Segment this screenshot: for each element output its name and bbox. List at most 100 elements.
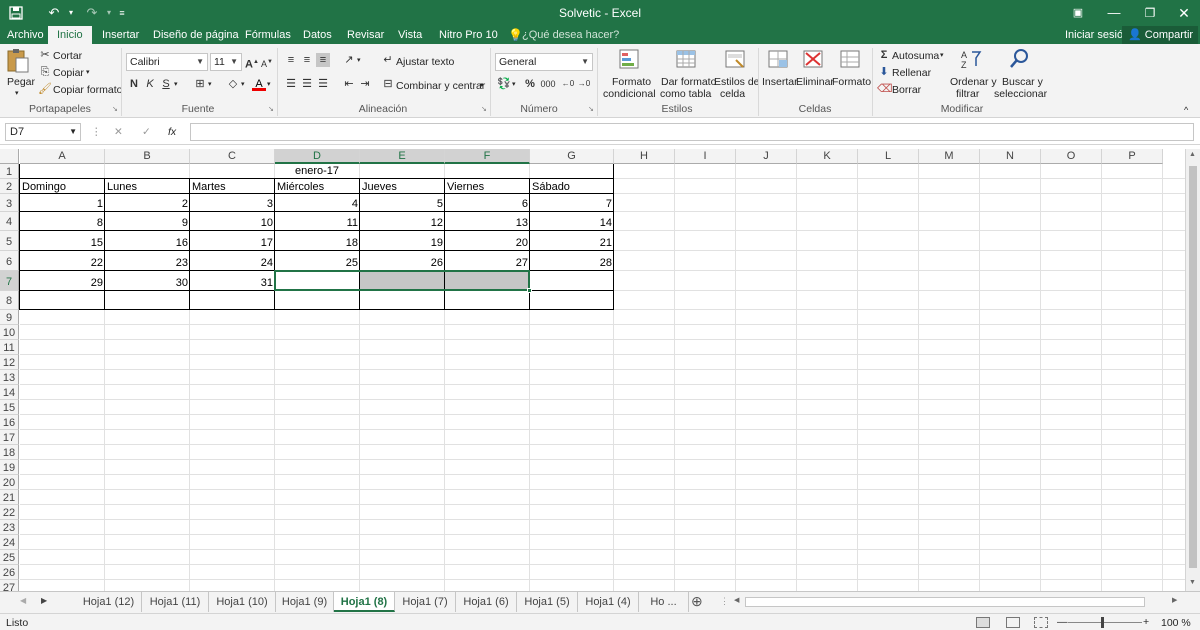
signin-link[interactable]: Iniciar sesión — [1065, 26, 1129, 44]
number-format-combo[interactable]: General ▼ — [495, 53, 593, 71]
day-cell[interactable]: 18 — [275, 236, 360, 251]
day-cell[interactable]: 14 — [530, 216, 614, 231]
add-sheet-icon[interactable]: ⊕ — [691, 593, 703, 610]
decrease-decimal-icon[interactable]: →0 — [577, 77, 591, 91]
vertical-scrollbar[interactable]: ▲ ▼ — [1185, 149, 1200, 591]
day-cell[interactable]: 8 — [20, 216, 105, 231]
day-cell[interactable]: 6 — [445, 197, 530, 212]
scroll-tabs-left-icon[interactable]: ◀ — [20, 596, 26, 605]
day-cell[interactable]: 12 — [360, 216, 445, 231]
day-cell[interactable]: 10 — [190, 216, 275, 231]
horizontal-scroll-thumb[interactable] — [745, 597, 1145, 607]
align-top-icon[interactable]: ≡ — [284, 53, 298, 67]
font-launcher-icon[interactable]: ↘ — [268, 104, 274, 116]
row-header-27[interactable]: 27 — [0, 580, 19, 591]
insert-cells-button[interactable]: Insertar — [762, 48, 798, 100]
column-header-f[interactable]: F — [445, 149, 530, 164]
merge-center-button[interactable]: Combinar y centrar — [396, 80, 485, 92]
day-cell[interactable] — [190, 295, 275, 310]
row-header-2[interactable]: 2 — [0, 179, 19, 194]
day-cell[interactable] — [275, 295, 360, 310]
tell-me-input[interactable]: ¿Qué desea hacer? — [522, 26, 619, 44]
page-layout-view-icon[interactable] — [1006, 617, 1020, 628]
align-left-icon[interactable]: ☰ — [284, 77, 298, 91]
row-header-14[interactable]: 14 — [0, 385, 19, 400]
paste-button[interactable]: Pegar ▾ — [6, 48, 35, 98]
align-bottom-icon[interactable]: ≡ — [316, 53, 330, 67]
page-break-view-icon[interactable] — [1034, 617, 1048, 628]
column-header-n[interactable]: N — [980, 149, 1041, 164]
column-header-h[interactable]: H — [614, 149, 675, 164]
orientation-icon[interactable]: ↗ — [342, 53, 356, 67]
redo-dropdown-icon[interactable]: ▾ — [104, 0, 114, 26]
day-cell[interactable]: 16 — [105, 236, 190, 251]
autosum-dropdown-icon[interactable]: ▾ — [940, 50, 944, 62]
row-header-15[interactable]: 15 — [0, 400, 19, 415]
borders-dropdown-icon[interactable]: ▾ — [208, 79, 212, 91]
tab-split-grip-icon[interactable]: ⋮ — [720, 596, 729, 607]
tab-datos[interactable]: Datos — [303, 26, 332, 44]
column-header-m[interactable]: M — [919, 149, 980, 164]
number-launcher-icon[interactable]: ↘ — [588, 104, 594, 116]
day-cell[interactable]: 4 — [275, 197, 360, 212]
copy-dropdown-icon[interactable]: ▾ — [86, 67, 90, 79]
sheet-tab[interactable]: Hoja1 (5) — [517, 592, 578, 612]
column-header-j[interactable]: J — [736, 149, 797, 164]
day-cell[interactable]: 13 — [445, 216, 530, 231]
worksheet-grid[interactable]: ABCDEFGHIJKLMNOP 1 2 3 4 5 6 7 8 9 10 11 12 13 14 15 16… — [0, 149, 1185, 591]
align-middle-icon[interactable]: ≡ — [300, 53, 314, 67]
tab-vista[interactable]: Vista — [398, 26, 422, 44]
grow-font-icon[interactable]: A▲ — [245, 55, 259, 71]
sheet-tab[interactable]: Hoja1 (6) — [456, 592, 517, 612]
column-header-d[interactable]: D — [275, 149, 360, 164]
zoom-in-icon[interactable]: + — [1143, 616, 1149, 628]
row-header-23[interactable]: 23 — [0, 520, 19, 535]
row-header-7[interactable]: 7 — [0, 271, 19, 291]
day-cell[interactable] — [530, 295, 614, 310]
font-name-combo[interactable]: Calibri ▼ — [126, 53, 208, 71]
decrease-indent-icon[interactable]: ⇤ — [342, 77, 356, 91]
row-header-8[interactable]: 8 — [0, 291, 19, 310]
font-color-icon[interactable]: A — [252, 77, 266, 91]
zoom-out-icon[interactable]: — — [1057, 616, 1068, 628]
sheet-tab[interactable]: Hoja1 (12) — [76, 592, 142, 612]
scroll-up-icon[interactable]: ▲ — [1189, 151, 1196, 158]
thousands-button[interactable]: 000 — [539, 77, 557, 91]
day-cell[interactable] — [530, 276, 614, 291]
sheet-tab[interactable]: Hoja1 (10) — [209, 592, 276, 612]
day-cell[interactable]: 27 — [445, 256, 530, 271]
day-cell[interactable]: 26 — [360, 256, 445, 271]
name-box[interactable]: D7 ▼ — [5, 123, 81, 141]
scroll-thumb[interactable] — [1189, 166, 1197, 568]
currency-icon[interactable]: 💱 — [497, 77, 511, 91]
row-header-11[interactable]: 11 — [0, 340, 19, 355]
fill-color-icon[interactable]: ◇ — [226, 77, 240, 91]
underline-button[interactable]: S — [159, 77, 173, 91]
row-header-1[interactable]: 1 — [0, 164, 19, 179]
row-header-22[interactable]: 22 — [0, 505, 19, 520]
conditional-format-button[interactable]: Formato condicional — [601, 48, 657, 100]
clear-button[interactable]: Borrar — [892, 84, 921, 96]
column-header-e[interactable]: E — [360, 149, 445, 164]
day-cell[interactable]: 23 — [105, 256, 190, 271]
row-header-4[interactable]: 4 — [0, 212, 19, 231]
column-header-g[interactable]: G — [530, 149, 614, 164]
align-center-icon[interactable]: ☰ — [300, 77, 314, 91]
sheet-tab[interactable]: Ho ... — [639, 592, 689, 612]
day-cell[interactable]: 29 — [20, 276, 105, 291]
sort-filter-button[interactable]: AZ Ordenar y filtrar — [950, 48, 997, 100]
day-cell[interactable] — [445, 295, 530, 310]
column-header-i[interactable]: I — [675, 149, 736, 164]
sheet-tab[interactable]: Hoja1 (11) — [142, 592, 209, 612]
font-color-dropdown-icon[interactable]: ▾ — [267, 79, 271, 91]
orientation-dropdown-icon[interactable]: ▾ — [357, 55, 361, 67]
row-header-26[interactable]: 26 — [0, 565, 19, 580]
day-cell[interactable]: 24 — [190, 256, 275, 271]
save-icon[interactable] — [6, 0, 26, 26]
align-right-icon[interactable]: ☰ — [316, 77, 330, 91]
tab-diseno-pagina[interactable]: Diseño de página — [153, 26, 239, 44]
percent-button[interactable]: % — [523, 77, 537, 91]
row-header-12[interactable]: 12 — [0, 355, 19, 370]
sheet-tab[interactable]: Hoja1 (4) — [578, 592, 639, 612]
format-as-table-button[interactable]: Dar formato como tabla — [660, 48, 716, 100]
